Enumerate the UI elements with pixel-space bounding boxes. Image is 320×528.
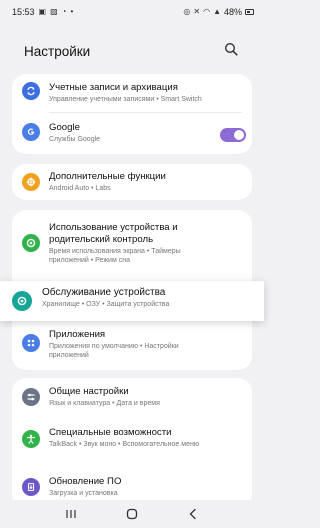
apps-grid-icon — [22, 334, 40, 352]
item-title: Google — [49, 122, 80, 133]
search-icon — [224, 42, 238, 56]
settings-card-accounts: Учетные записи и архивация Управление уч… — [12, 74, 252, 154]
item-title: Использование устройства и — [49, 222, 178, 233]
battery-icon — [245, 9, 254, 15]
item-title: Обслуживание устройства — [42, 287, 166, 298]
item-device-care[interactable]: Обслуживание устройства Хранилище • ОЗУ … — [0, 281, 264, 321]
mute-icon: ✕ — [193, 7, 201, 16]
item-subtitle-line2: приложений • Режим сна — [49, 257, 130, 264]
item-accounts[interactable]: Учетные записи и архивация Управление уч… — [12, 74, 252, 108]
recents-button[interactable] — [59, 504, 83, 524]
item-general-management[interactable]: Общие настройки Язык и клавиатура • Дата… — [12, 378, 252, 418]
item-title: Приложения — [49, 329, 106, 340]
sliders-icon — [22, 388, 40, 406]
google-toggle[interactable] — [220, 128, 246, 142]
digital-wellbeing-icon — [22, 234, 40, 252]
recents-icon — [66, 510, 76, 518]
back-icon — [189, 508, 196, 520]
search-button[interactable] — [224, 42, 242, 60]
item-subtitle: Время использования экрана • Таймеры — [49, 248, 181, 255]
data-saver-icon: ◎ — [183, 7, 191, 16]
plus-gear-icon — [22, 173, 40, 191]
signal-icon: ▲ — [213, 7, 221, 16]
item-subtitle-line2: приложений — [49, 352, 89, 359]
status-bar: 15:53 ▣ ▨ ◔ • ◎ ✕ ◠ ▲ 48% — [0, 0, 264, 24]
status-left: 15:53 ▣ ▨ ◔ • — [12, 7, 73, 17]
item-subtitle: Хранилище • ОЗУ • Защита устройства — [42, 301, 170, 308]
item-title: Общие настройки — [49, 386, 129, 397]
accessibility-icon — [22, 430, 40, 448]
back-button[interactable] — [181, 504, 205, 524]
item-google[interactable]: Google Службы Google — [12, 116, 252, 154]
item-accessibility[interactable]: Специальные возможности TalkBack • Звук … — [12, 420, 252, 460]
item-title: Учетные записи и архивация — [49, 82, 178, 93]
item-title-line2: родительский контроль — [49, 234, 154, 245]
item-subtitle: TalkBack • Звук моно • Вспомогательное м… — [49, 441, 200, 448]
gallery-icon: ▨ — [50, 7, 58, 16]
item-subtitle: Приложения по умолчанию • Настройки — [49, 343, 179, 350]
wifi-icon: ◠ — [203, 7, 211, 16]
item-title: Обновление ПО — [49, 476, 122, 487]
item-subtitle: Управление учетными записями • Smart Swi… — [49, 96, 202, 103]
device-care-icon — [12, 291, 32, 311]
item-digital-wellbeing[interactable]: Использование устройства и родительский … — [12, 210, 252, 274]
sim-icon: ▣ — [38, 7, 47, 16]
header: Настройки — [0, 36, 264, 66]
settings-card-general: Общие настройки Язык и клавиатура • Дата… — [12, 378, 252, 508]
google-g-icon — [22, 123, 40, 141]
item-subtitle: Android Auto • Labs — [49, 185, 111, 192]
notification-dot-icon: • — [70, 7, 74, 16]
item-subtitle: Службы Google — [49, 136, 101, 143]
home-icon — [126, 508, 138, 520]
item-subtitle: Язык и клавиатура • Дата и время — [49, 400, 160, 407]
item-title: Специальные возможности — [49, 427, 172, 438]
item-advanced-features[interactable]: Дополнительные функции Android Auto • La… — [12, 164, 252, 200]
status-right: ◎ ✕ ◠ ▲ 48% — [183, 7, 254, 17]
toggle-knob — [234, 130, 244, 140]
item-title: Дополнительные функции — [49, 171, 166, 182]
divider — [49, 112, 242, 113]
software-update-icon — [22, 478, 40, 496]
sync-icon — [22, 82, 40, 100]
home-button[interactable] — [120, 504, 144, 524]
wifi-calling-icon: ◔ — [61, 7, 67, 16]
status-time: 15:53 — [12, 7, 35, 17]
settings-card-advanced: Дополнительные функции Android Auto • La… — [12, 164, 252, 200]
item-subtitle: Загрузка и установка — [49, 490, 118, 497]
battery-text: 48% — [223, 7, 242, 17]
item-apps[interactable]: Приложения Приложения по умолчанию • Нас… — [12, 324, 252, 370]
page-title: Настройки — [24, 43, 91, 59]
nav-bar — [0, 500, 264, 528]
